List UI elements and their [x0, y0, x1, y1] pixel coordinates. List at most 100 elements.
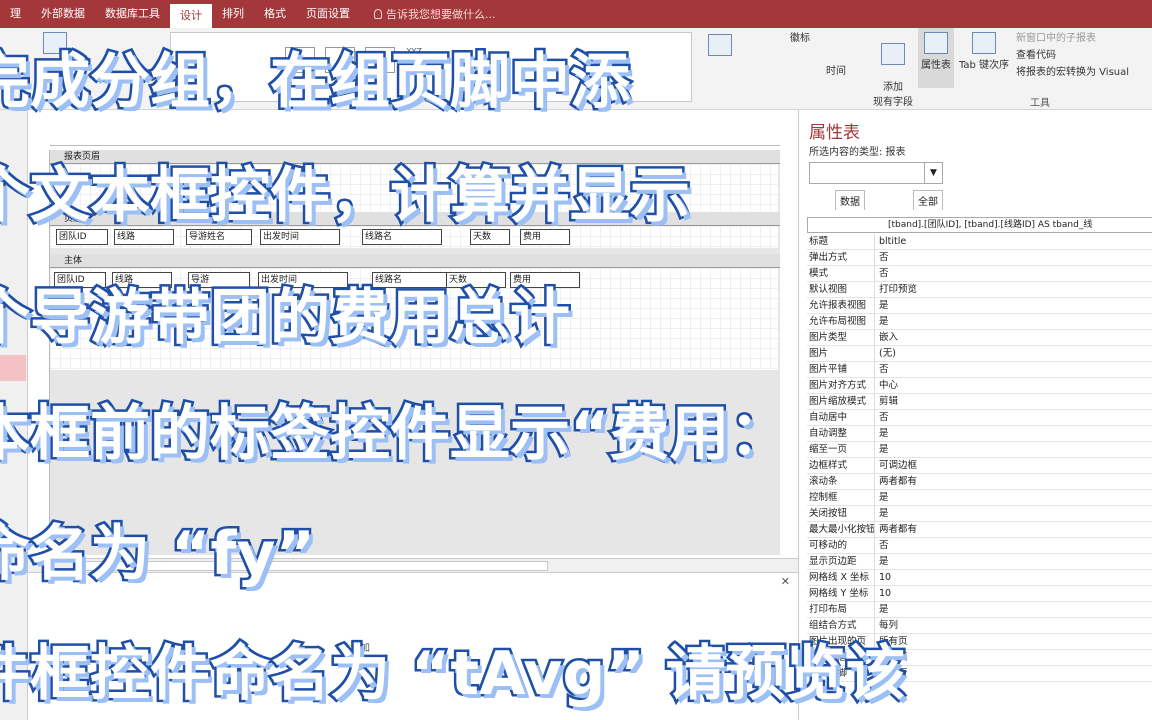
- logo-button[interactable]: 徽标: [790, 30, 846, 47]
- property-row[interactable]: 网格线 X 坐标 10: [807, 570, 1152, 586]
- property-row[interactable]: 图片类型 嵌入: [807, 330, 1152, 346]
- property-value[interactable]: 否: [877, 538, 889, 554]
- property-value[interactable]: 10: [877, 570, 891, 586]
- label-route-name[interactable]: 线路名: [362, 229, 442, 245]
- chevron-down-icon[interactable]: ▼: [924, 163, 942, 183]
- caption-line-2: 个文本框控件，计算并显示: [0, 161, 693, 231]
- property-row[interactable]: 标题 bltitle: [807, 234, 1152, 250]
- property-row[interactable]: 网格线 Y 坐标 10: [807, 586, 1152, 602]
- property-value[interactable]: bltitle: [877, 234, 906, 250]
- property-value[interactable]: 是: [877, 490, 889, 506]
- property-value[interactable]: 两者都有: [877, 474, 917, 490]
- fields-list-icon: [881, 43, 905, 65]
- label-route[interactable]: 线路: [114, 229, 174, 245]
- label-guide-name[interactable]: 导游姓名: [186, 229, 252, 245]
- property-value[interactable]: (无): [877, 346, 896, 362]
- property-value[interactable]: 是: [877, 554, 889, 570]
- property-sheet-button[interactable]: 属性表: [918, 28, 954, 88]
- property-row[interactable]: 自动居中否: [807, 410, 1152, 426]
- property-row[interactable]: 模式否: [807, 266, 1152, 282]
- property-value[interactable]: 10: [877, 586, 891, 602]
- property-row[interactable]: 图片对齐方式 中心: [807, 378, 1152, 394]
- label-departure[interactable]: 出发时间: [260, 229, 340, 245]
- property-value[interactable]: 每列: [877, 618, 898, 634]
- tab-order-label: Tab 键次序: [958, 60, 1010, 71]
- tab-arrange[interactable]: 排列: [212, 0, 254, 28]
- property-name: 控制框: [807, 490, 875, 506]
- header-footer-list: 徽标 时间: [790, 30, 846, 80]
- label-days[interactable]: 天数: [470, 229, 510, 245]
- property-name: 允许布局视图: [807, 314, 875, 330]
- property-row[interactable]: 滚动条 两者都有: [807, 474, 1152, 490]
- property-row[interactable]: 组结合方式 每列: [807, 618, 1152, 634]
- caption-line-6: 件框控件命名为 “tAvg” 请预览该: [0, 639, 908, 709]
- property-row[interactable]: 允许布局视图是: [807, 314, 1152, 330]
- tab-page-setup[interactable]: 页面设置: [296, 0, 360, 28]
- property-value[interactable]: 可调边框: [877, 458, 917, 474]
- tab-data[interactable]: 数据: [835, 190, 865, 210]
- property-row[interactable]: 弹出方式否: [807, 250, 1152, 266]
- property-row[interactable]: 最大最小化按钮 两者都有: [807, 522, 1152, 538]
- tab-database-tools[interactable]: 数据库工具: [95, 0, 170, 28]
- property-row[interactable]: 打印布局是: [807, 602, 1152, 618]
- property-value[interactable]: 否: [877, 250, 889, 266]
- record-source-field[interactable]: [tband].[团队ID], [tband].[线路ID] AS tband_…: [807, 217, 1152, 233]
- property-name: 显示页边距: [807, 554, 875, 570]
- tab-design[interactable]: 设计: [170, 4, 212, 28]
- property-row[interactable]: 图片 (无): [807, 346, 1152, 362]
- property-row[interactable]: 可移动的否: [807, 538, 1152, 554]
- date-time-button[interactable]: 时间: [790, 63, 846, 80]
- caption-line-1: 完成分组，在组页脚中添: [0, 47, 633, 117]
- property-value[interactable]: 是: [877, 426, 889, 442]
- tab-file[interactable]: 理: [0, 0, 31, 28]
- property-value[interactable]: 否: [877, 410, 889, 426]
- property-row[interactable]: 控制框是: [807, 490, 1152, 506]
- property-row[interactable]: 图片缩放模式 剪辑: [807, 394, 1152, 410]
- property-name: 允许报表视图: [807, 298, 875, 314]
- property-row[interactable]: 图片平铺否: [807, 362, 1152, 378]
- subreport-button[interactable]: 新窗口中的子报表: [1016, 30, 1129, 47]
- property-row[interactable]: 显示页边距是: [807, 554, 1152, 570]
- property-value[interactable]: 是: [877, 442, 889, 458]
- add-existing-fields-button[interactable]: 添加 现有字段: [870, 32, 916, 108]
- tab-format[interactable]: 格式: [254, 0, 296, 28]
- property-name: 网格线 Y 坐标: [807, 586, 875, 602]
- property-value[interactable]: 是: [877, 602, 889, 618]
- tab-order-button[interactable]: Tab 键次序: [955, 32, 1013, 71]
- property-value[interactable]: 是: [877, 298, 889, 314]
- detail-bar[interactable]: 主体: [50, 254, 780, 268]
- property-value[interactable]: 嵌入: [877, 330, 898, 346]
- property-value[interactable]: 否: [877, 362, 889, 378]
- property-value[interactable]: 打印预览: [877, 282, 917, 298]
- view-code-button[interactable]: 查看代码: [1016, 47, 1129, 64]
- caption-line-5: 命名为 “fy”: [0, 519, 317, 589]
- property-value[interactable]: 是: [877, 506, 889, 522]
- property-value[interactable]: 两者都有: [877, 522, 917, 538]
- property-name: 可移动的: [807, 538, 875, 554]
- insert-image-button[interactable]: [700, 34, 740, 58]
- property-value[interactable]: 中心: [877, 378, 898, 394]
- convert-macros-button[interactable]: 将报表的宏转换为 Visual: [1016, 64, 1129, 81]
- property-sheet-pane: 属性表 所选内容的类型: 报表 ▼ 数据 全部 [tband].[团队ID], …: [798, 110, 1152, 720]
- close-icon[interactable]: ✕: [781, 575, 790, 588]
- property-row[interactable]: 允许报表视图是: [807, 298, 1152, 314]
- tell-me-box[interactable]: 告诉我您想要做什么...: [360, 6, 496, 22]
- property-row[interactable]: 边框样式 可调边框: [807, 458, 1152, 474]
- nav-selected-item[interactable]: [0, 355, 26, 381]
- property-name: 图片类型: [807, 330, 875, 346]
- property-name: 自动居中: [807, 410, 875, 426]
- label-cost[interactable]: 费用: [520, 229, 570, 245]
- label-team-id[interactable]: 团队ID: [56, 229, 108, 245]
- property-row[interactable]: 缩至一页是: [807, 442, 1152, 458]
- property-name: 弹出方式: [807, 250, 875, 266]
- property-row[interactable]: 关闭按钮是: [807, 506, 1152, 522]
- tab-all[interactable]: 全部: [913, 190, 943, 210]
- tools-group-label: 工具: [1030, 98, 1050, 109]
- property-row[interactable]: 自动调整是: [807, 426, 1152, 442]
- property-value[interactable]: 否: [877, 266, 889, 282]
- object-selector[interactable]: ▼: [809, 162, 943, 184]
- property-value[interactable]: 剪辑: [877, 394, 898, 410]
- tab-external-data[interactable]: 外部数据: [31, 0, 95, 28]
- property-row[interactable]: 默认视图 打印预览: [807, 282, 1152, 298]
- property-value[interactable]: 是: [877, 314, 889, 330]
